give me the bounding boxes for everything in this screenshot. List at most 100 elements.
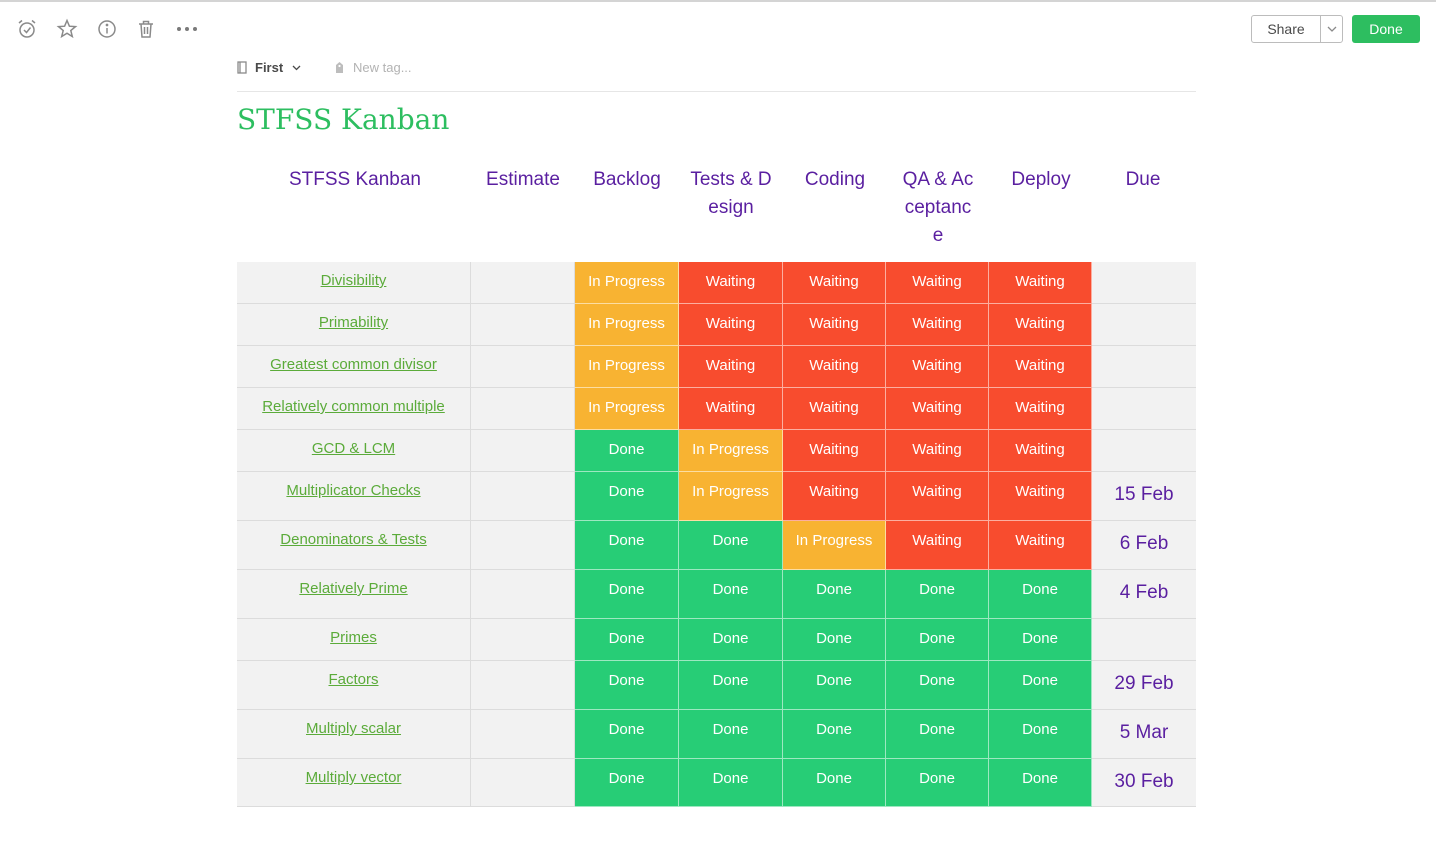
status-cell-qa-acceptance[interactable]: Waiting: [886, 388, 989, 430]
status-cell-backlog[interactable]: Done: [575, 521, 679, 570]
due-cell[interactable]: [1092, 346, 1196, 388]
status-cell-backlog[interactable]: Done: [575, 570, 679, 619]
status-cell-coding[interactable]: Done: [783, 619, 886, 661]
status-cell-coding[interactable]: Done: [783, 710, 886, 759]
topic-link[interactable]: Factors: [328, 671, 378, 688]
info-icon[interactable]: [95, 17, 119, 41]
topic-link[interactable]: Relatively Prime: [299, 580, 407, 597]
status-cell-deploy[interactable]: Waiting: [989, 472, 1092, 521]
status-cell-coding[interactable]: Waiting: [783, 388, 886, 430]
status-cell-deploy[interactable]: Waiting: [989, 346, 1092, 388]
due-cell[interactable]: 5 Mar: [1092, 710, 1196, 759]
estimate-cell[interactable]: [471, 661, 575, 710]
reminder-icon[interactable]: [15, 17, 39, 41]
status-cell-deploy[interactable]: Done: [989, 710, 1092, 759]
status-cell-deploy[interactable]: Waiting: [989, 304, 1092, 346]
status-cell-deploy[interactable]: Waiting: [989, 262, 1092, 304]
topic-link[interactable]: Multiply scalar: [306, 720, 401, 737]
status-cell-backlog[interactable]: Done: [575, 619, 679, 661]
status-cell-tests-design[interactable]: In Progress: [679, 472, 783, 521]
status-cell-backlog[interactable]: In Progress: [575, 304, 679, 346]
status-cell-backlog[interactable]: In Progress: [575, 262, 679, 304]
status-cell-backlog[interactable]: Done: [575, 710, 679, 759]
status-cell-qa-acceptance[interactable]: Done: [886, 661, 989, 710]
status-cell-coding[interactable]: Waiting: [783, 262, 886, 304]
done-button[interactable]: Done: [1352, 15, 1420, 43]
due-cell[interactable]: 29 Feb: [1092, 661, 1196, 710]
status-cell-tests-design[interactable]: Done: [679, 521, 783, 570]
status-cell-backlog[interactable]: Done: [575, 759, 679, 807]
estimate-cell[interactable]: [471, 570, 575, 619]
topic-link[interactable]: GCD & LCM: [312, 440, 395, 457]
status-cell-coding[interactable]: Done: [783, 759, 886, 807]
estimate-cell[interactable]: [471, 710, 575, 759]
estimate-cell[interactable]: [471, 430, 575, 472]
due-cell[interactable]: [1092, 619, 1196, 661]
status-cell-qa-acceptance[interactable]: Done: [886, 570, 989, 619]
status-cell-coding[interactable]: Done: [783, 570, 886, 619]
status-cell-qa-acceptance[interactable]: Done: [886, 619, 989, 661]
share-options-dropdown[interactable]: [1321, 16, 1342, 42]
topic-link[interactable]: Relatively common multiple: [262, 398, 445, 415]
estimate-cell[interactable]: [471, 346, 575, 388]
status-cell-backlog[interactable]: In Progress: [575, 388, 679, 430]
status-cell-coding[interactable]: Done: [783, 661, 886, 710]
status-cell-deploy[interactable]: Done: [989, 570, 1092, 619]
status-cell-tests-design[interactable]: Waiting: [679, 388, 783, 430]
topic-link[interactable]: Divisibility: [321, 272, 387, 289]
status-cell-deploy[interactable]: Done: [989, 661, 1092, 710]
status-cell-coding[interactable]: Waiting: [783, 346, 886, 388]
status-cell-qa-acceptance[interactable]: Waiting: [886, 430, 989, 472]
status-cell-coding[interactable]: Waiting: [783, 430, 886, 472]
topic-link[interactable]: Primes: [330, 629, 377, 646]
status-cell-tests-design[interactable]: Done: [679, 661, 783, 710]
status-cell-qa-acceptance[interactable]: Waiting: [886, 262, 989, 304]
status-cell-deploy[interactable]: Done: [989, 619, 1092, 661]
status-cell-deploy[interactable]: Waiting: [989, 521, 1092, 570]
status-cell-qa-acceptance[interactable]: Waiting: [886, 472, 989, 521]
status-cell-qa-acceptance[interactable]: Waiting: [886, 346, 989, 388]
due-cell[interactable]: [1092, 430, 1196, 472]
status-cell-tests-design[interactable]: Done: [679, 710, 783, 759]
star-icon[interactable]: [55, 17, 79, 41]
status-cell-backlog[interactable]: Done: [575, 430, 679, 472]
topic-link[interactable]: Greatest common divisor: [270, 356, 437, 373]
due-cell[interactable]: 6 Feb: [1092, 521, 1196, 570]
trash-icon[interactable]: [134, 17, 158, 41]
topic-link[interactable]: Denominators & Tests: [280, 531, 426, 548]
status-cell-tests-design[interactable]: Done: [679, 759, 783, 807]
status-cell-tests-design[interactable]: Waiting: [679, 262, 783, 304]
status-cell-backlog[interactable]: Done: [575, 661, 679, 710]
more-icon[interactable]: [175, 17, 199, 41]
estimate-cell[interactable]: [471, 304, 575, 346]
estimate-cell[interactable]: [471, 521, 575, 570]
topic-link[interactable]: Multiply vector: [306, 769, 402, 786]
status-cell-coding[interactable]: Waiting: [783, 472, 886, 521]
status-cell-tests-design[interactable]: Done: [679, 619, 783, 661]
status-cell-backlog[interactable]: Done: [575, 472, 679, 521]
status-cell-qa-acceptance[interactable]: Done: [886, 759, 989, 807]
status-cell-backlog[interactable]: In Progress: [575, 346, 679, 388]
estimate-cell[interactable]: [471, 262, 575, 304]
status-cell-qa-acceptance[interactable]: Waiting: [886, 304, 989, 346]
topic-link[interactable]: Primability: [319, 314, 388, 331]
status-cell-deploy[interactable]: Done: [989, 759, 1092, 807]
status-cell-qa-acceptance[interactable]: Done: [886, 710, 989, 759]
estimate-cell[interactable]: [471, 619, 575, 661]
topic-link[interactable]: Multiplicator Checks: [286, 482, 420, 499]
due-cell[interactable]: [1092, 304, 1196, 346]
estimate-cell[interactable]: [471, 759, 575, 807]
status-cell-qa-acceptance[interactable]: Waiting: [886, 521, 989, 570]
share-button[interactable]: Share: [1252, 16, 1321, 42]
due-cell[interactable]: 4 Feb: [1092, 570, 1196, 619]
status-cell-deploy[interactable]: Waiting: [989, 388, 1092, 430]
due-cell[interactable]: [1092, 388, 1196, 430]
due-cell[interactable]: [1092, 262, 1196, 304]
status-cell-coding[interactable]: In Progress: [783, 521, 886, 570]
status-cell-tests-design[interactable]: Done: [679, 570, 783, 619]
status-cell-tests-design[interactable]: Waiting: [679, 346, 783, 388]
status-cell-tests-design[interactable]: In Progress: [679, 430, 783, 472]
estimate-cell[interactable]: [471, 388, 575, 430]
status-cell-coding[interactable]: Waiting: [783, 304, 886, 346]
status-cell-tests-design[interactable]: Waiting: [679, 304, 783, 346]
